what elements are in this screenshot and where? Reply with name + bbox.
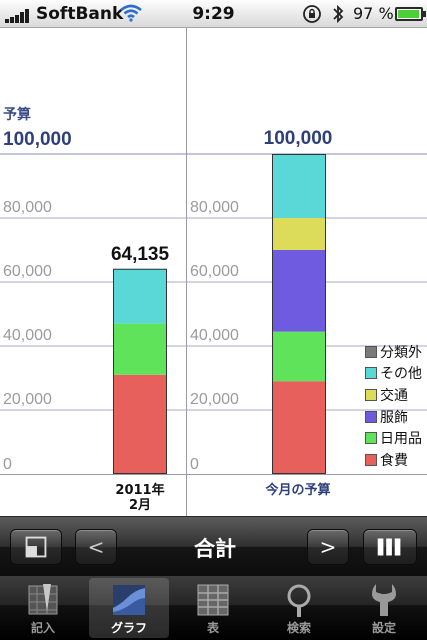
legend-item: 食費 bbox=[365, 449, 427, 471]
budget-chart[interactable]: 予算 100,000 80,000 60,000 40,000 20,000 0… bbox=[0, 28, 427, 516]
pencil-ledger-icon bbox=[28, 584, 58, 615]
legend-item: 分類外 bbox=[365, 341, 427, 363]
bar-segment bbox=[272, 331, 326, 382]
bar-segment bbox=[272, 154, 326, 218]
chevron-right-icon: > bbox=[319, 535, 337, 559]
y-tick-label-left: 80,000 bbox=[3, 199, 52, 216]
legend-item: 交通 bbox=[365, 384, 427, 406]
tab-entry[interactable]: 記入 bbox=[3, 578, 83, 638]
tab-settings[interactable]: 設定 bbox=[344, 578, 424, 638]
bluetooth-icon bbox=[333, 4, 344, 24]
tab-bar: 記入 グラフ 表 検索 設定 bbox=[0, 576, 427, 640]
period-menu-button[interactable] bbox=[10, 529, 62, 565]
x-category-label: 2011年 2月 bbox=[115, 483, 165, 513]
period-toolbar: < 合計 > bbox=[0, 516, 427, 576]
search-icon bbox=[287, 584, 311, 617]
legend-item: その他 bbox=[365, 363, 427, 385]
tab-table[interactable]: 表 bbox=[173, 578, 253, 638]
battery-icon bbox=[395, 7, 426, 21]
x-category-label: 今月の予算 bbox=[265, 483, 331, 498]
bar-segment bbox=[272, 250, 326, 332]
graph-icon bbox=[113, 585, 145, 615]
bar-segment bbox=[113, 323, 167, 375]
y-tick-label-right: 40,000 bbox=[190, 327, 239, 344]
y-tick-label-right: 60,000 bbox=[190, 263, 239, 280]
y-tick-label-left: 60,000 bbox=[3, 263, 52, 280]
bar-total-label: 100,000 bbox=[263, 128, 333, 149]
bar-segment bbox=[113, 374, 167, 474]
previous-period-button[interactable]: < bbox=[75, 529, 117, 565]
legend-item: 服飾 bbox=[365, 406, 427, 428]
y-tick-label-left: 0 bbox=[3, 456, 12, 473]
chart-type-button[interactable] bbox=[363, 529, 417, 565]
battery-percent: 97 % bbox=[353, 4, 394, 23]
tab-search[interactable]: 検索 bbox=[259, 578, 339, 638]
status-bar: SoftBank 9:29 97 % bbox=[0, 0, 427, 28]
bar-total-label: 64,135 bbox=[110, 244, 170, 265]
bar-chart-icon bbox=[377, 538, 401, 556]
legend-item: 日用品 bbox=[365, 427, 427, 449]
bar-segment bbox=[113, 268, 167, 324]
tab-graph[interactable]: グラフ bbox=[89, 578, 169, 638]
chevron-left-icon: < bbox=[87, 535, 105, 559]
stacked-squares-icon bbox=[25, 536, 47, 558]
wrench-icon bbox=[372, 584, 396, 616]
budget-axis-value: 100,000 bbox=[3, 129, 72, 150]
budget-axis-label: 予算 bbox=[3, 107, 31, 123]
rotation-lock-icon bbox=[303, 5, 321, 23]
y-tick-label-left: 20,000 bbox=[3, 391, 52, 408]
bar-segment bbox=[272, 218, 326, 250]
y-tick-label-right: 0 bbox=[190, 456, 199, 473]
y-tick-label-right: 80,000 bbox=[190, 199, 239, 216]
table-icon bbox=[197, 584, 229, 616]
next-period-button[interactable]: > bbox=[307, 529, 349, 565]
toolbar-title: 合計 bbox=[194, 537, 236, 561]
y-tick-label-right: 20,000 bbox=[190, 391, 239, 408]
y-tick-label-left: 40,000 bbox=[3, 327, 52, 344]
bar-segment bbox=[272, 381, 326, 474]
chart-legend: 分類外 その他 交通 服飾 日用品 食費 bbox=[365, 341, 427, 471]
